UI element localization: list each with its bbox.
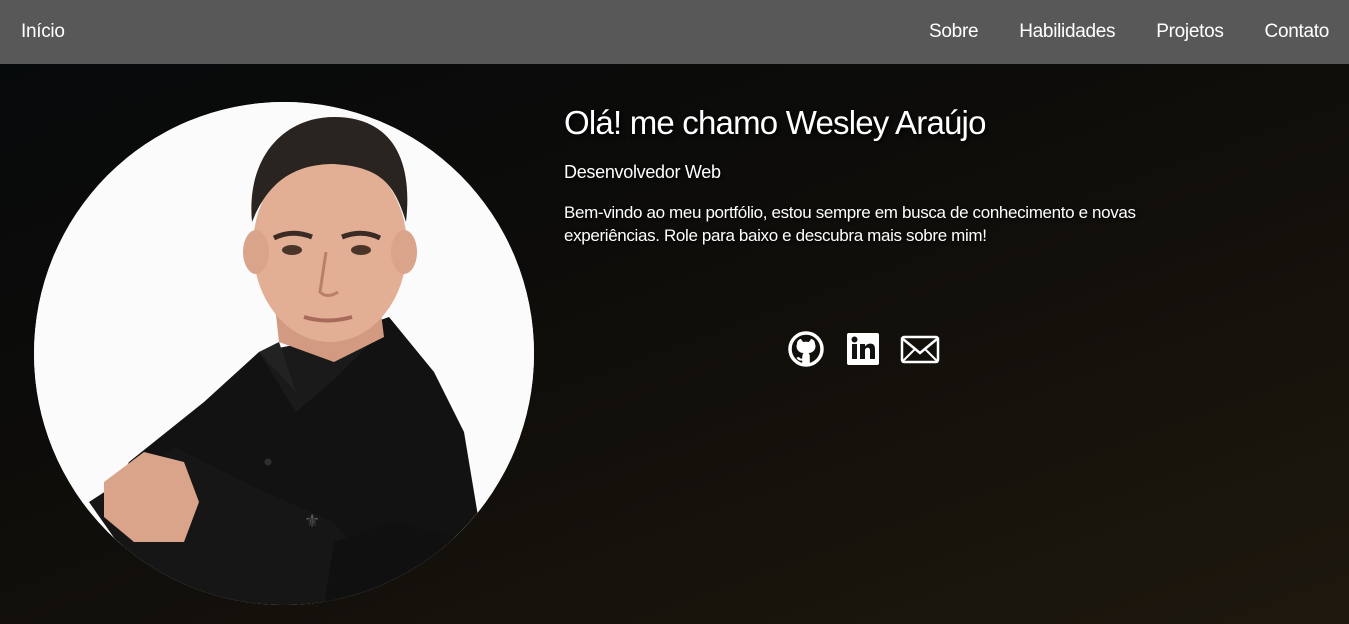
nav-link-projetos[interactable]: Projetos xyxy=(1156,21,1224,43)
nav-link-contato[interactable]: Contato xyxy=(1265,21,1330,43)
email-icon xyxy=(900,335,940,364)
nav-link-sobre[interactable]: Sobre xyxy=(929,21,979,43)
hero-subtitle: Desenvolvedor Web xyxy=(564,162,721,182)
hero-text: Olá! me chamo Wesley Araújo Desenvolvedo… xyxy=(564,100,1184,247)
svg-text:⚜: ⚜ xyxy=(304,511,320,532)
github-link[interactable] xyxy=(786,330,826,368)
profile-photo: ⚜ xyxy=(34,102,534,605)
hero-description: Bem-vindo ao meu portfólio, estou sempre… xyxy=(564,203,1136,245)
linkedin-icon xyxy=(847,333,879,365)
nav-link-habilidades[interactable]: Habilidades xyxy=(1019,21,1115,43)
nav-home-link[interactable]: Início xyxy=(21,21,65,43)
navbar: Início Sobre Habilidades Projetos Contat… xyxy=(0,0,1349,64)
linkedin-link[interactable] xyxy=(843,330,883,368)
hero-title: Olá! me chamo Wesley Araújo xyxy=(564,104,986,141)
email-link[interactable] xyxy=(900,330,940,368)
nav-links: Sobre Habilidades Projetos Contato xyxy=(888,21,1329,43)
github-icon xyxy=(788,331,824,367)
social-links xyxy=(786,330,957,368)
profile-photo-illustration: ⚜ xyxy=(34,102,534,605)
